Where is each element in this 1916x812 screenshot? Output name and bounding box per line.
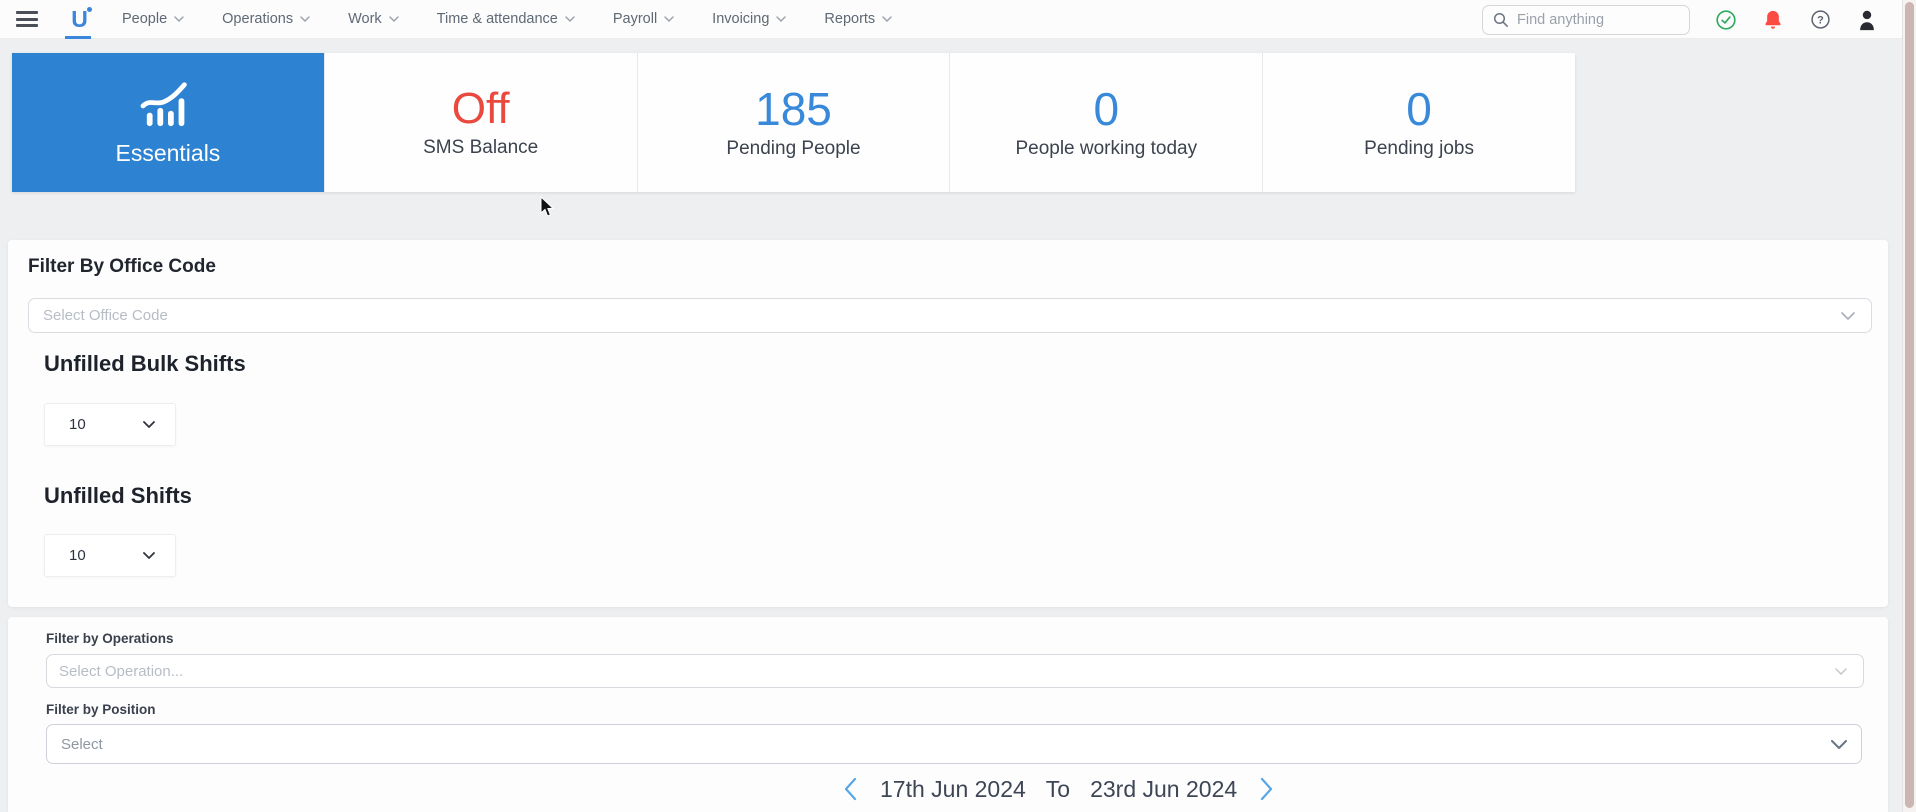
shifts-pagesize-select[interactable]: 10 <box>44 534 176 577</box>
chevron-down-icon <box>776 16 786 22</box>
menu-item-payroll[interactable]: Payroll <box>613 11 674 27</box>
menu-item-reports[interactable]: Reports <box>824 11 892 27</box>
pagesize-value: 10 <box>69 416 86 433</box>
unfilled-bulk-shifts-heading: Unfilled Bulk Shifts <box>44 351 246 377</box>
card-pending-people[interactable]: 185 Pending People <box>637 53 950 192</box>
operations-select[interactable] <box>46 654 1864 688</box>
app-logo[interactable]: U <box>64 0 94 39</box>
global-search[interactable] <box>1482 5 1690 35</box>
chevron-down-icon <box>1841 312 1855 320</box>
office-code-select[interactable] <box>28 298 1872 333</box>
operations-filter-label: Filter by Operations <box>46 631 174 646</box>
chevron-down-icon <box>1835 668 1847 675</box>
menu-item-time-attendance[interactable]: Time & attendance <box>437 11 575 27</box>
bulk-shifts-pagesize-select[interactable]: 10 <box>44 403 176 446</box>
hamburger-icon[interactable] <box>16 11 38 27</box>
card-essentials-label: Essentials <box>115 140 220 167</box>
position-select[interactable] <box>46 724 1862 764</box>
chevron-down-icon <box>174 16 184 22</box>
avatar[interactable] <box>1856 9 1878 31</box>
u-logo: U <box>71 8 87 31</box>
stat-label: Pending jobs <box>1364 138 1474 160</box>
menu-label: Invoicing <box>712 11 769 27</box>
trend-chart-icon <box>139 78 197 130</box>
search-input[interactable] <box>1517 12 1677 28</box>
unfilled-shifts-heading: Unfilled Shifts <box>44 483 192 509</box>
chevron-down-icon <box>300 16 310 22</box>
main-menu: People Operations Work Time & attendance… <box>122 11 892 27</box>
office-code-heading: Filter By Office Code <box>28 256 216 278</box>
date-range-navigator: 17th Jun 2024 To 23rd Jun 2024 <box>840 769 1277 809</box>
chevron-down-icon <box>143 552 155 559</box>
stat-label: People working today <box>1015 138 1197 160</box>
stat-value: 185 <box>755 86 832 132</box>
search-icon <box>1493 12 1509 28</box>
menu-label: Work <box>348 11 382 27</box>
check-circle-icon[interactable] <box>1715 9 1737 31</box>
menu-item-people[interactable]: People <box>122 11 184 27</box>
chevron-right-icon <box>1260 777 1274 801</box>
chevron-down-icon <box>565 16 575 22</box>
date-range-from: 17th Jun 2024 <box>880 776 1026 803</box>
card-people-working-today[interactable]: 0 People working today <box>949 53 1262 192</box>
menu-label: Reports <box>824 11 875 27</box>
position-filter-label: Filter by Position <box>46 702 156 717</box>
stat-label: Pending People <box>726 138 860 160</box>
question-circle-icon[interactable]: ? <box>1809 9 1831 31</box>
top-navbar: U People Operations Work Time & attendan… <box>0 0 1902 39</box>
menu-item-invoicing[interactable]: Invoicing <box>712 11 786 27</box>
menu-label: People <box>122 11 167 27</box>
chevron-down-icon <box>389 16 399 22</box>
dashboard-cards: Essentials Off SMS Balance 185 Pending P… <box>12 53 1575 192</box>
card-sms-balance[interactable]: Off SMS Balance <box>324 53 637 192</box>
menu-label: Payroll <box>613 11 657 27</box>
chevron-down-icon <box>882 16 892 22</box>
stat-value: 0 <box>1093 86 1119 132</box>
operations-filter-panel: Filter by Operations Filter by Position … <box>8 617 1888 812</box>
menu-label: Time & attendance <box>437 11 558 27</box>
stat-value: 0 <box>1406 86 1432 132</box>
office-code-input[interactable] <box>43 307 1766 324</box>
date-range-separator: To <box>1046 776 1070 803</box>
bell-icon[interactable] <box>1762 9 1784 31</box>
card-essentials[interactable]: Essentials <box>12 53 324 192</box>
stat-label: SMS Balance <box>423 137 538 159</box>
stat-value: Off <box>452 87 510 131</box>
pagesize-value: 10 <box>69 547 86 564</box>
menu-item-operations[interactable]: Operations <box>222 11 310 27</box>
chevron-down-icon <box>1831 740 1847 749</box>
operations-input[interactable] <box>59 663 1797 680</box>
mouse-cursor <box>540 196 555 218</box>
chevron-left-icon <box>843 777 857 801</box>
previous-week-button[interactable] <box>840 776 860 802</box>
next-week-button[interactable] <box>1257 776 1277 802</box>
svg-text:?: ? <box>1817 14 1824 26</box>
chevron-down-icon <box>664 16 674 22</box>
u-logo-dot <box>87 7 92 12</box>
vertical-scrollbar-thumb[interactable] <box>1905 2 1914 808</box>
menu-label: Operations <box>222 11 293 27</box>
navbar-right: ? <box>1482 0 1878 39</box>
date-range-to: 23rd Jun 2024 <box>1090 776 1237 803</box>
vertical-scrollbar-track[interactable] <box>1902 0 1916 812</box>
position-input[interactable] <box>61 736 1758 753</box>
card-pending-jobs[interactable]: 0 Pending jobs <box>1262 53 1575 192</box>
menu-item-work[interactable]: Work <box>348 11 399 27</box>
filters-panel: Filter By Office Code Unfilled Bulk Shif… <box>8 240 1888 607</box>
chevron-down-icon <box>143 421 155 428</box>
logo-active-underline <box>65 36 91 39</box>
